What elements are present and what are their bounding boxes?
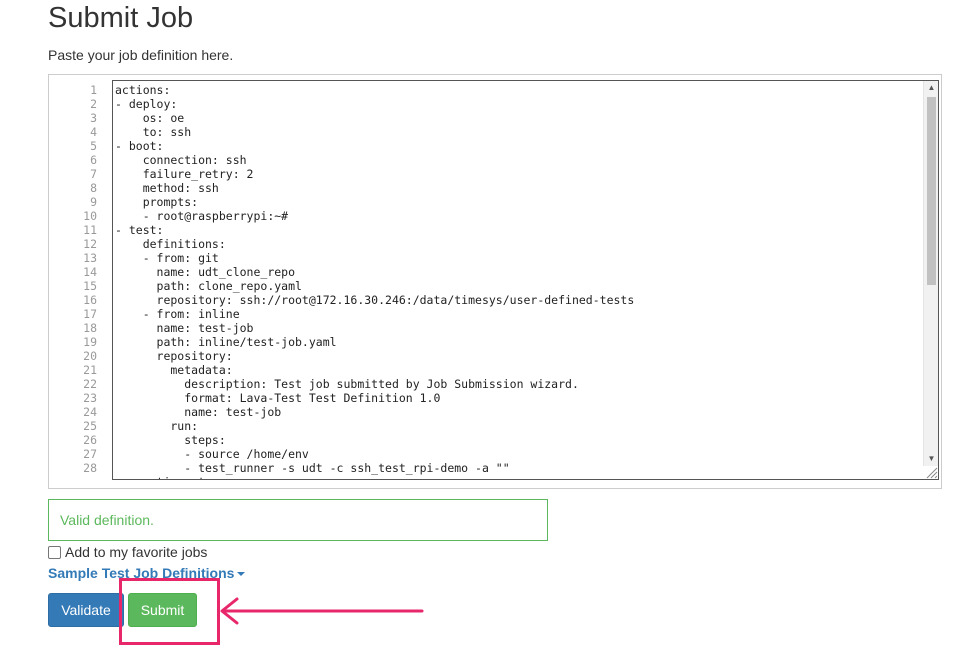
line-number: 9 xyxy=(90,195,97,209)
code-line[interactable]: connection: ssh xyxy=(115,153,634,167)
editor-scrollbar[interactable]: ▲ ▼ xyxy=(923,81,938,466)
code-line[interactable]: - deploy: xyxy=(115,97,634,111)
line-number: 24 xyxy=(83,405,97,419)
code-line[interactable]: path: clone_repo.yaml xyxy=(115,279,634,293)
validation-message: Valid definition. xyxy=(48,499,548,541)
line-number: 17 xyxy=(83,307,97,321)
line-number: 28 xyxy=(83,461,97,475)
line-number: 22 xyxy=(83,377,97,391)
code-line[interactable]: name: test-job xyxy=(115,321,634,335)
line-number: 14 xyxy=(83,265,97,279)
code-line[interactable]: description: Test job submitted by Job S… xyxy=(115,377,634,391)
code-line[interactable]: - test: xyxy=(115,223,634,237)
line-number: 26 xyxy=(83,433,97,447)
page-subtitle: Paste your job definition here. xyxy=(48,47,234,63)
code-line[interactable]: to: ssh xyxy=(115,125,634,139)
code-line[interactable]: name: test-job xyxy=(115,405,634,419)
code-line[interactable]: repository: xyxy=(115,349,634,363)
line-number: 12 xyxy=(83,237,97,251)
code-line[interactable]: definitions: xyxy=(115,237,634,251)
code-line[interactable]: - from: git xyxy=(115,251,634,265)
code-line[interactable]: - test_runner -s udt -c ssh_test_rpi-dem… xyxy=(115,461,634,475)
line-number: 11 xyxy=(83,223,97,237)
code-line[interactable]: format: Lava-Test Test Definition 1.0 xyxy=(115,391,634,405)
code-line[interactable]: - source /home/env xyxy=(115,447,634,461)
job-definition-code[interactable]: actions: - deploy: os: oe to: ssh - boot: … xyxy=(115,83,635,479)
job-definition-editor[interactable]: actions: - deploy: os: oe to: ssh - boot: … xyxy=(112,80,939,480)
submit-highlight-box xyxy=(119,578,220,645)
line-number: 20 xyxy=(83,349,97,363)
line-number: 15 xyxy=(83,279,97,293)
job-definition-editor-panel: 1 2 3 4 5 6 7 8 9 10 11 12 13 14 15 16 17 18 19 20 21 22 23 24 2… xyxy=(48,74,942,489)
line-number: 1 xyxy=(90,83,97,97)
code-line[interactable]: failure_retry: 2 xyxy=(115,167,634,181)
code-line[interactable]: - from: inline xyxy=(115,307,634,321)
code-line[interactable]: os: oe xyxy=(115,111,634,125)
code-line[interactable]: timeout: xyxy=(115,475,634,479)
validate-button[interactable]: Validate xyxy=(48,593,124,627)
line-number: 25 xyxy=(83,419,97,433)
code-line[interactable]: actions: xyxy=(115,83,634,97)
line-number: 2 xyxy=(90,97,97,111)
favorite-checkbox[interactable] xyxy=(48,545,61,559)
favorite-jobs-option[interactable]: Add to my favorite jobs xyxy=(48,544,207,560)
line-number: 6 xyxy=(90,153,97,167)
code-line[interactable]: repository: ssh://root@172.16.30.246:/da… xyxy=(115,293,635,307)
line-number: 8 xyxy=(90,181,97,195)
line-number: 19 xyxy=(83,335,97,349)
resize-handle-icon[interactable] xyxy=(923,464,938,479)
scroll-up-icon[interactable]: ▲ xyxy=(924,81,938,95)
line-number: 13 xyxy=(83,251,97,265)
code-line[interactable]: - boot: xyxy=(115,139,634,153)
line-number: 5 xyxy=(90,139,97,153)
code-line[interactable]: steps: xyxy=(115,433,634,447)
code-line[interactable]: prompts: xyxy=(115,195,634,209)
line-number: 18 xyxy=(83,321,97,335)
caret-down-icon[interactable] xyxy=(237,572,246,577)
line-number-gutter: 1 2 3 4 5 6 7 8 9 10 11 12 13 14 15 16 17 18 19 20 21 22 23 24 2… xyxy=(49,83,97,475)
page-title: Submit Job xyxy=(48,2,194,34)
line-number: 4 xyxy=(90,125,97,139)
line-number: 27 xyxy=(83,447,97,461)
pointer-arrow-icon xyxy=(220,597,424,625)
code-line[interactable]: run: xyxy=(115,419,634,433)
code-line[interactable]: path: inline/test-job.yaml xyxy=(115,335,634,349)
code-line[interactable]: metadata: xyxy=(115,363,634,377)
line-number: 3 xyxy=(90,111,97,125)
code-line[interactable]: method: ssh xyxy=(115,181,634,195)
line-number: 10 xyxy=(83,209,97,223)
line-number: 23 xyxy=(83,391,97,405)
line-number: 16 xyxy=(83,293,97,307)
code-line[interactable]: name: udt_clone_repo xyxy=(115,265,634,279)
line-number: 21 xyxy=(83,363,97,377)
code-line[interactable]: - root@raspberrypi:~# xyxy=(115,209,634,223)
line-number: 7 xyxy=(90,167,97,181)
favorite-label[interactable]: Add to my favorite jobs xyxy=(65,544,207,560)
scrollbar-thumb[interactable] xyxy=(927,97,936,285)
